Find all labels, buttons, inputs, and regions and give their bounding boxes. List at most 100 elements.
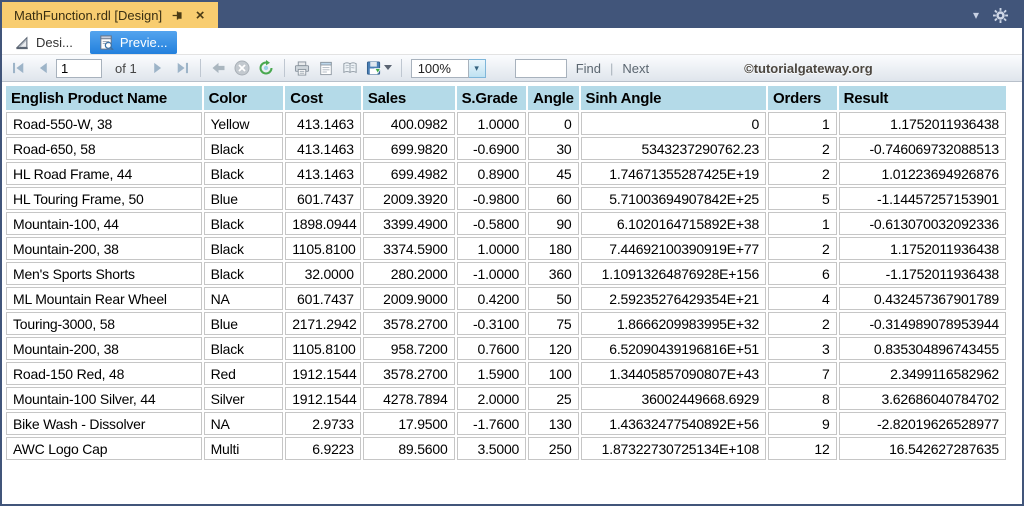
pin-icon[interactable] — [169, 7, 185, 23]
table-cell: 0 — [528, 112, 578, 135]
tab-design-label: Desi... — [36, 35, 73, 50]
first-page-button[interactable] — [8, 58, 29, 79]
table-cell: 0.8900 — [457, 162, 527, 185]
table-cell: -2.82019626528977 — [839, 412, 1006, 435]
refresh-button[interactable] — [256, 58, 277, 79]
table-row: Mountain-200, 38Black1105.8100958.72000.… — [6, 337, 1006, 360]
gear-icon[interactable] — [993, 8, 1008, 23]
table-row: Bike Wash - DissolverNA2.973317.9500-1.7… — [6, 412, 1006, 435]
table-cell: 7.44692100390919E+77 — [581, 237, 767, 260]
table-cell: 0.4200 — [457, 287, 527, 310]
table-cell: Road-650, 58 — [6, 137, 202, 160]
last-page-button[interactable] — [172, 58, 193, 79]
table-cell: 0 — [581, 112, 767, 135]
page-number-input[interactable] — [56, 59, 102, 78]
column-header: S.Grade — [457, 86, 527, 110]
column-header: Sinh Angle — [581, 86, 767, 110]
watermark-text: ©tutorialgateway.org — [744, 61, 873, 76]
table-cell: -1.1752011936438 — [839, 262, 1006, 285]
table-cell: 250 — [528, 437, 578, 460]
table-cell: 6.1020164715892E+38 — [581, 212, 767, 235]
close-icon[interactable]: × — [192, 7, 208, 23]
back-to-parent-button[interactable] — [208, 58, 229, 79]
table-cell: 1 — [768, 212, 837, 235]
table-cell: 413.1463 — [285, 112, 361, 135]
table-cell: 0.432457367901789 — [839, 287, 1006, 310]
table-row: Road-550-W, 38Yellow413.1463400.09821.00… — [6, 112, 1006, 135]
table-cell: AWC Logo Cap — [6, 437, 202, 460]
find-button[interactable]: Find — [576, 61, 601, 76]
stop-rendering-button[interactable] — [232, 58, 253, 79]
table-row: HL Touring Frame, 50Blue601.74372009.392… — [6, 187, 1006, 210]
table-cell: Black — [204, 162, 284, 185]
table-cell: -0.5800 — [457, 212, 527, 235]
table-cell: -1.0000 — [457, 262, 527, 285]
table-cell: 4 — [768, 287, 837, 310]
chevron-down-icon[interactable]: ▾ — [973, 8, 979, 22]
find-input[interactable] — [515, 59, 567, 78]
page-setup-button[interactable] — [340, 58, 361, 79]
table-cell: HL Road Frame, 44 — [6, 162, 202, 185]
table-row: Road-150 Red, 48Red1912.15443578.27001.5… — [6, 362, 1006, 385]
table-row: Road-650, 58Black413.1463699.9820-0.6900… — [6, 137, 1006, 160]
table-cell: HL Touring Frame, 50 — [6, 187, 202, 210]
table-cell: 699.9820 — [363, 137, 455, 160]
table-cell: -0.746069732088513 — [839, 137, 1006, 160]
table-cell: 9 — [768, 412, 837, 435]
table-cell: 130 — [528, 412, 578, 435]
table-cell: 400.0982 — [363, 112, 455, 135]
table-cell: 958.7200 — [363, 337, 455, 360]
preview-report-icon — [99, 35, 114, 50]
column-header: Cost — [285, 86, 361, 110]
print-button[interactable] — [292, 58, 313, 79]
table-cell: 36002449668.6929 — [581, 387, 767, 410]
table-cell: 601.7437 — [285, 187, 361, 210]
table-row: Mountain-200, 38Black1105.81003374.59001… — [6, 237, 1006, 260]
table-row: ML Mountain Rear WheelNA601.74372009.900… — [6, 287, 1006, 310]
table-cell: Mountain-200, 38 — [6, 237, 202, 260]
print-layout-button[interactable] — [316, 58, 337, 79]
table-cell: 1.0000 — [457, 112, 527, 135]
table-cell: 1912.1544 — [285, 387, 361, 410]
table-cell: 4278.7894 — [363, 387, 455, 410]
table-cell: 5 — [768, 187, 837, 210]
table-cell: 1.10913264876928E+156 — [581, 262, 767, 285]
table-cell: 1912.1544 — [285, 362, 361, 385]
table-cell: 601.7437 — [285, 287, 361, 310]
export-button[interactable] — [364, 58, 394, 79]
report-designer-window: MathFunction.rdl [Design] × ▾ — [0, 0, 1024, 506]
find-next-separator: | — [610, 61, 613, 76]
zoom-select[interactable]: 100% ▾ — [411, 59, 486, 78]
previous-page-button[interactable] — [32, 58, 53, 79]
table-cell: 6.9223 — [285, 437, 361, 460]
table-cell: NA — [204, 412, 284, 435]
table-cell: 89.5600 — [363, 437, 455, 460]
table-cell: NA — [204, 287, 284, 310]
report-table: English Product NameColorCostSalesS.Grad… — [4, 84, 1008, 462]
document-tab[interactable]: MathFunction.rdl [Design] × — [2, 2, 218, 28]
table-cell: 3 — [768, 337, 837, 360]
toolbar-separator — [401, 59, 402, 77]
table-cell: -0.314989078953944 — [839, 312, 1006, 335]
table-cell: Road-550-W, 38 — [6, 112, 202, 135]
table-cell: 2.9733 — [285, 412, 361, 435]
table-cell: -0.3100 — [457, 312, 527, 335]
table-cell: Men's Sports Shorts — [6, 262, 202, 285]
find-next-button[interactable]: Next — [622, 61, 649, 76]
table-cell: 2 — [768, 237, 837, 260]
table-cell: Blue — [204, 187, 284, 210]
zoom-dropdown-icon[interactable]: ▾ — [469, 59, 486, 78]
table-cell: 17.9500 — [363, 412, 455, 435]
table-cell: 2.0000 — [457, 387, 527, 410]
table-cell: 25 — [528, 387, 578, 410]
table-cell: -1.7600 — [457, 412, 527, 435]
table-cell: 90 — [528, 212, 578, 235]
table-cell: ML Mountain Rear Wheel — [6, 287, 202, 310]
tab-design[interactable]: Desi... — [6, 31, 82, 54]
tab-preview[interactable]: Previe... — [90, 31, 177, 54]
toolbar-separator — [200, 59, 201, 77]
table-cell: 100 — [528, 362, 578, 385]
table-row: HL Road Frame, 44Black413.1463699.49820.… — [6, 162, 1006, 185]
next-page-button[interactable] — [148, 58, 169, 79]
table-cell: 1.0000 — [457, 237, 527, 260]
